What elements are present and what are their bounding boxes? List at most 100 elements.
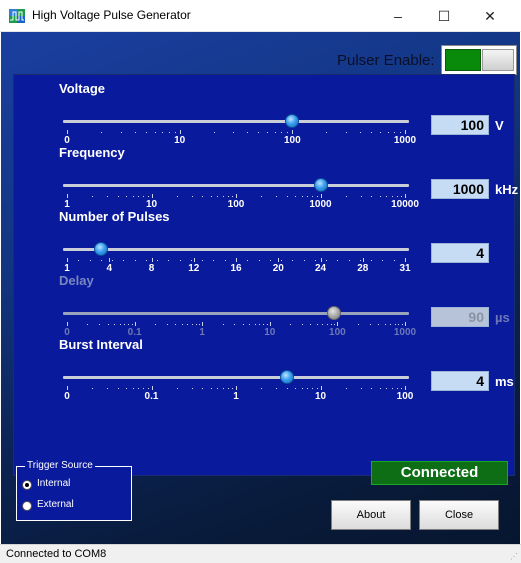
frequency-value-input[interactable]: 1000	[431, 179, 489, 199]
delay-minor-tick	[401, 324, 403, 325]
burst-interval-slider-thumb[interactable]	[279, 370, 294, 384]
voltage-tick-label: 1000	[393, 135, 417, 146]
voltage-minor-tick	[267, 132, 269, 133]
burst-interval-minor-tick	[132, 388, 134, 389]
number-of-pulses-minor-tick	[112, 260, 114, 261]
toggle-on-indicator	[445, 49, 481, 71]
number-of-pulses-label: Number of Pulses	[59, 209, 170, 224]
frequency-minor-tick	[117, 196, 119, 197]
voltage-minor-tick	[154, 132, 156, 133]
frequency-minor-tick	[210, 196, 212, 197]
frequency-major-tick	[236, 194, 237, 198]
burst-interval-minor-tick	[301, 388, 303, 389]
burst-interval-minor-tick	[210, 388, 212, 389]
close-window-button[interactable]: ✕	[467, 0, 513, 32]
pulser-enable-label: Pulser Enable:	[337, 52, 435, 69]
number-of-pulses-minor-tick	[359, 260, 361, 261]
burst-interval-major-tick	[320, 386, 322, 390]
voltage-value-input[interactable]: 100	[431, 115, 489, 135]
burst-interval-minor-tick	[401, 388, 403, 389]
delay-minor-tick	[199, 324, 201, 325]
number-of-pulses-minor-tick	[179, 260, 181, 261]
delay-minor-tick	[334, 324, 336, 325]
frequency-minor-tick	[379, 196, 381, 197]
voltage-major-tick	[67, 130, 68, 134]
number-of-pulses-value-input[interactable]: 4	[431, 243, 489, 263]
trigger-internal-label[interactable]: Internal	[37, 478, 70, 489]
delay-minor-tick	[107, 324, 109, 325]
burst-interval-value-input[interactable]: 4	[431, 371, 489, 391]
number-of-pulses-minor-tick	[303, 260, 305, 261]
resize-grip-icon[interactable]: ⋰	[510, 552, 518, 561]
burst-interval-minor-tick	[126, 388, 128, 389]
burst-interval-tick-label: 0.1	[144, 391, 159, 402]
status-bar: Connected to COM8 ⋰	[0, 544, 521, 563]
voltage-major-tick	[405, 130, 406, 134]
voltage-label: Voltage	[59, 81, 105, 96]
number-of-pulses-major-tick	[193, 258, 195, 262]
delay-minor-tick	[234, 324, 236, 325]
toggle-knob[interactable]	[482, 49, 514, 71]
frequency-minor-tick	[371, 196, 373, 197]
burst-interval-minor-tick	[222, 388, 224, 389]
delay-minor-tick	[154, 324, 156, 325]
voltage-minor-tick	[134, 132, 136, 133]
frequency-slider-track[interactable]	[63, 184, 409, 187]
status-bar-text: Connected to COM8	[6, 548, 107, 560]
burst-interval-minor-tick	[360, 388, 362, 389]
delay-minor-tick	[175, 324, 177, 325]
frequency-minor-tick	[217, 196, 219, 197]
burst-interval-label: Burst Interval	[59, 337, 143, 352]
delay-tick-label: 10	[264, 327, 276, 338]
number-of-pulses-minor-tick	[247, 260, 249, 261]
voltage-minor-tick	[213, 132, 215, 133]
burst-interval-major-tick	[236, 386, 237, 390]
burst-interval-minor-tick	[143, 388, 145, 389]
burst-interval-tick-label: 10	[314, 391, 327, 402]
voltage-minor-tick	[380, 132, 381, 133]
frequency-minor-tick	[138, 196, 140, 197]
trigger-internal-radio[interactable]	[22, 480, 32, 490]
delay-minor-tick	[187, 324, 189, 325]
voltage-slider-thumb[interactable]	[285, 114, 300, 128]
delay-minor-tick	[119, 324, 121, 325]
number-of-pulses-slider-thumb[interactable]	[93, 242, 108, 256]
delay-major-tick	[202, 322, 204, 326]
delay-tick-label: 100	[329, 327, 346, 338]
number-of-pulses-minor-tick	[258, 260, 260, 261]
close-button[interactable]: Close	[419, 500, 499, 530]
burst-interval-minor-tick	[176, 388, 178, 389]
delay-major-tick	[67, 322, 68, 326]
frequency-minor-tick	[316, 196, 318, 197]
minimize-icon: –	[394, 8, 402, 24]
frequency-minor-tick	[126, 196, 128, 197]
minimize-button[interactable]: –	[375, 0, 421, 32]
trigger-external-radio[interactable]	[22, 501, 32, 511]
voltage-tick-label: 10	[174, 135, 186, 146]
number-of-pulses-minor-tick	[168, 260, 170, 261]
delay-minor-tick	[181, 324, 183, 325]
frequency-minor-tick	[396, 196, 398, 197]
pulser-enable-toggle[interactable]	[441, 45, 517, 75]
delay-major-tick	[337, 322, 339, 326]
burst-interval-major-tick	[405, 386, 406, 390]
number-of-pulses-minor-tick	[213, 260, 215, 261]
burst-interval-slider-track[interactable]	[63, 376, 409, 379]
delay-minor-tick	[378, 324, 380, 325]
burst-interval-minor-tick	[286, 388, 288, 389]
number-of-pulses-minor-tick	[382, 260, 384, 261]
delay-minor-tick	[317, 324, 319, 325]
number-of-pulses-minor-tick	[292, 260, 294, 261]
about-button[interactable]: About	[331, 500, 411, 530]
number-of-pulses-slider-track[interactable]	[63, 248, 409, 251]
maximize-button[interactable]: ☐	[421, 0, 467, 32]
frequency-slider-thumb[interactable]	[313, 178, 328, 192]
frequency-label: Frequency	[59, 145, 125, 160]
frequency-minor-tick	[227, 196, 229, 197]
delay-minor-tick	[310, 324, 312, 325]
number-of-pulses-minor-tick	[100, 260, 102, 261]
voltage-minor-tick	[346, 132, 348, 133]
trigger-external-label[interactable]: External	[37, 499, 74, 510]
voltage-slider-track[interactable]	[63, 120, 409, 123]
voltage-minor-tick	[258, 132, 260, 133]
